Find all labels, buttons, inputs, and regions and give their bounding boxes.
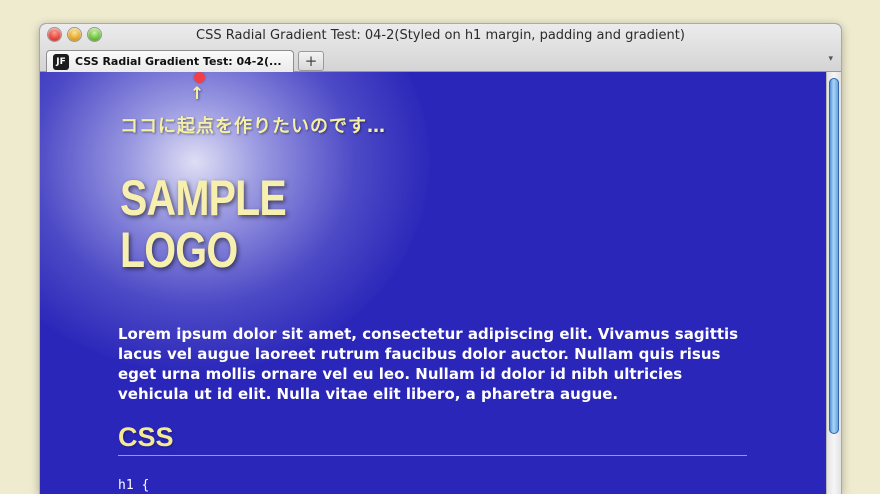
up-arrow-icon: ↑ <box>190 84 205 104</box>
new-tab-button[interactable]: + <box>298 51 324 71</box>
tab-overflow-icon[interactable]: ▾ <box>828 54 833 64</box>
sample-logo: SAMPLE LOGO <box>120 170 287 278</box>
scrollbar-thumb[interactable] <box>829 78 839 434</box>
code-block: h1 { margin: 0 0 -45px -170px; <box>118 478 150 493</box>
page-content: ↑ ココに起点を作りたいのです… SAMPLE LOGO Lorem ipsum… <box>40 72 826 494</box>
tab-active[interactable]: JF CSS Radial Gradient Test: 04-2(... <box>46 50 294 73</box>
body-paragraph: Lorem ipsum dolor sit amet, consectetur … <box>118 325 739 403</box>
browser-window: CSS Radial Gradient Test: 04-2(Styled on… <box>40 24 841 494</box>
origin-marker-dot <box>194 72 205 83</box>
css-heading: CSS <box>118 422 174 452</box>
logo-line-1: SAMPLE <box>120 170 287 226</box>
window-title: CSS Radial Gradient Test: 04-2(Styled on… <box>196 28 685 43</box>
vertical-scrollbar[interactable] <box>826 72 841 494</box>
annotation-text: ココに起点を作りたいのです… <box>120 116 386 137</box>
tab-label: CSS Radial Gradient Test: 04-2(... <box>75 55 282 68</box>
heading-divider <box>118 455 747 456</box>
tab-strip: JF CSS Radial Gradient Test: 04-2(... + … <box>40 48 841 73</box>
favicon-icon: JF <box>53 54 69 70</box>
title-bar: CSS Radial Gradient Test: 04-2(Styled on… <box>40 24 841 73</box>
logo-line-2: LOGO <box>120 222 238 278</box>
